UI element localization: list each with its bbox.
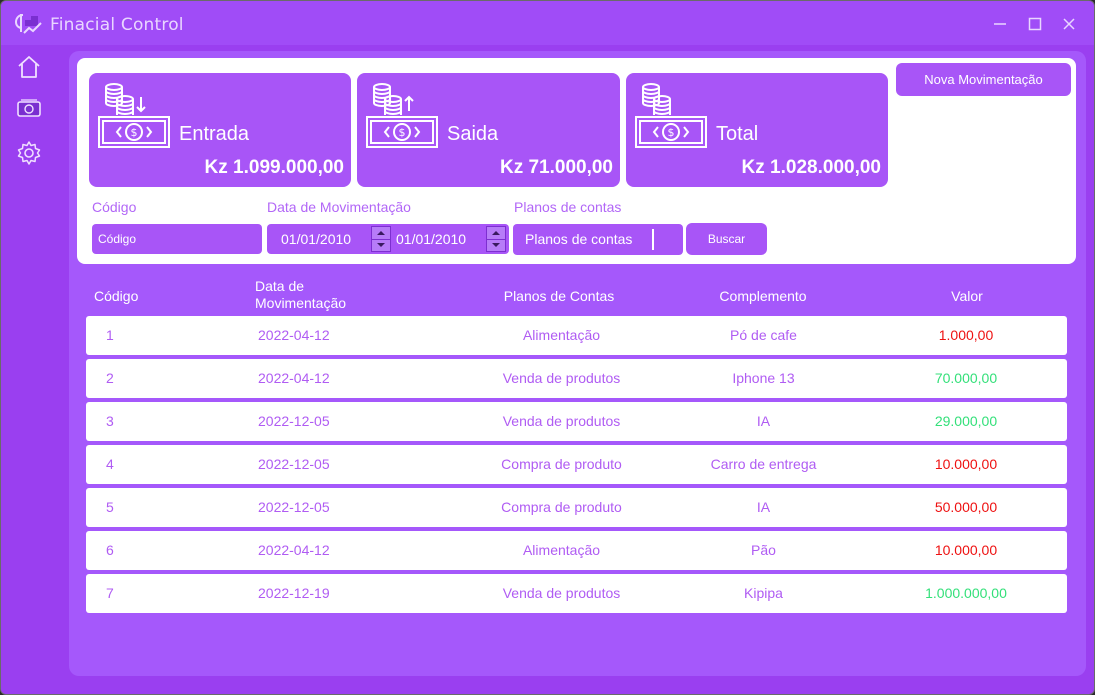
- cell-data: 2022-04-12: [258, 370, 330, 386]
- saida-card: $ Saida Kz 71.000,00: [357, 73, 620, 187]
- cell-planos: Alimentação: [522, 327, 601, 343]
- text-caret: [652, 229, 654, 250]
- svg-text:$: $: [399, 126, 406, 139]
- cell-data: 2022-12-05: [258, 413, 330, 429]
- date-from-input[interactable]: 01/01/2010: [281, 231, 351, 247]
- cell-complemento: Iphone 13: [732, 370, 795, 386]
- cell-complemento: Carro de entrega: [710, 456, 817, 472]
- table-row[interactable]: 1 2022-04-12 Alimentação Pó de cafe 1.00…: [86, 316, 1067, 355]
- cell-data: 2022-12-19: [258, 585, 330, 601]
- cell-valor: 1.000.000,00: [925, 585, 1007, 601]
- cash-in-icon: $: [98, 83, 170, 148]
- app-window: Finacial Control $ Entrada Kz 1.099.000,…: [0, 0, 1095, 695]
- header-complemento: Complemento: [719, 288, 807, 304]
- cell-data: 2022-04-12: [258, 327, 330, 343]
- nova-movimentacao-button[interactable]: Nova Movimentação: [896, 63, 1071, 96]
- cell-valor: 10.000,00: [934, 456, 998, 472]
- cell-data: 2022-12-05: [258, 499, 330, 515]
- cell-valor: 70.000,00: [934, 370, 998, 386]
- saida-value: Kz 71.000,00: [499, 157, 613, 178]
- table-row[interactable]: 2 2022-04-12 Venda de produtos Iphone 13…: [86, 359, 1067, 398]
- table-row[interactable]: 5 2022-12-05 Compra de produto IA 50.000…: [86, 488, 1067, 527]
- spin-down-icon[interactable]: [492, 243, 500, 247]
- cell-data: 2022-04-12: [258, 542, 330, 558]
- saida-label: Saida: [447, 123, 499, 145]
- cell-planos: Venda de produtos: [502, 413, 621, 429]
- codigo-filter-label: Código: [92, 199, 137, 215]
- table-row[interactable]: 3 2022-12-05 Venda de produtos IA 29.000…: [86, 402, 1067, 441]
- close-icon[interactable]: [1058, 13, 1080, 35]
- cell-complemento: IA: [756, 499, 771, 515]
- cell-valor: 29.000,00: [934, 413, 998, 429]
- cell-planos: Compra de produto: [501, 456, 622, 472]
- maximize-icon[interactable]: [1024, 13, 1046, 35]
- data-filter-label: Data de Movimentação: [267, 199, 411, 215]
- cash-total-icon: $: [635, 83, 707, 148]
- cash-out-icon: $: [366, 83, 438, 148]
- svg-text:$: $: [668, 126, 675, 139]
- spin-divider: [372, 239, 390, 240]
- cell-codigo: 1: [106, 327, 114, 343]
- table-row[interactable]: 4 2022-12-05 Compra de produto Carro de …: [86, 445, 1067, 484]
- header-valor: Valor: [951, 288, 983, 304]
- table-row[interactable]: 6 2022-04-12 Alimentação Pão 10.000,00: [86, 531, 1067, 570]
- cell-codigo: 7: [106, 585, 114, 601]
- codigo-input[interactable]: Código: [92, 224, 262, 254]
- planos-select[interactable]: Planos de contas: [513, 224, 683, 255]
- total-value: Kz 1.028.000,00: [741, 157, 881, 178]
- cell-complemento: Pão: [751, 542, 776, 558]
- date-range-field: 01/01/2010 01/01/2010: [267, 224, 509, 254]
- date-from-spinner[interactable]: [371, 226, 391, 252]
- money-icon[interactable]: [15, 95, 43, 123]
- spin-up-icon[interactable]: [377, 231, 385, 235]
- cell-data: 2022-12-05: [258, 456, 330, 472]
- home-icon[interactable]: [15, 53, 43, 81]
- header-planos: Planos de Contas: [503, 288, 615, 304]
- cell-planos: Compra de produto: [501, 499, 622, 515]
- cell-planos: Venda de produtos: [502, 370, 621, 386]
- cell-valor: 50.000,00: [934, 499, 998, 515]
- cell-planos: Venda de produtos: [502, 585, 621, 601]
- cell-complemento: Pó de cafe: [730, 327, 797, 343]
- spin-divider: [487, 239, 505, 240]
- cell-planos: Alimentação: [522, 542, 601, 558]
- entrada-label: Entrada: [179, 123, 250, 145]
- app-logo-icon: [14, 14, 42, 34]
- minimize-icon[interactable]: [989, 13, 1011, 35]
- header-data: Data de Movimentação: [255, 278, 347, 311]
- total-label: Total: [716, 123, 759, 145]
- cell-codigo: 5: [106, 499, 114, 515]
- date-to-spinner[interactable]: [486, 226, 506, 252]
- cell-complemento: Kipipa: [744, 585, 783, 601]
- cell-codigo: 2: [106, 370, 114, 386]
- planos-filter-label: Planos de contas: [514, 199, 622, 215]
- cell-codigo: 4: [106, 456, 114, 472]
- app-title: Finacial Control: [50, 15, 184, 35]
- movimentacoes-table: 1 2022-04-12 Alimentação Pó de cafe 1.00…: [86, 316, 1067, 617]
- spin-up-icon[interactable]: [492, 231, 500, 235]
- entrada-value: Kz 1.099.000,00: [204, 157, 344, 178]
- total-card: $ Total Kz 1.028.000,00: [626, 73, 888, 187]
- table-row[interactable]: 7 2022-12-19 Venda de produtos Kipipa 1.…: [86, 574, 1067, 613]
- spin-down-icon[interactable]: [377, 243, 385, 247]
- cell-valor: 10.000,00: [934, 542, 998, 558]
- cell-codigo: 6: [106, 542, 114, 558]
- sidebar: [1, 45, 59, 694]
- gear-icon[interactable]: [15, 139, 43, 167]
- date-to-input[interactable]: 01/01/2010: [396, 231, 466, 247]
- cell-codigo: 3: [106, 413, 114, 429]
- header-codigo: Código: [94, 288, 139, 304]
- title-bar[interactable]: Finacial Control: [1, 1, 1094, 45]
- entrada-card: $ Entrada Kz 1.099.000,00: [89, 73, 351, 187]
- cell-valor: 1.000,00: [938, 327, 994, 343]
- svg-text:$: $: [131, 126, 138, 139]
- buscar-button[interactable]: Buscar: [686, 223, 767, 255]
- cell-complemento: IA: [756, 413, 771, 429]
